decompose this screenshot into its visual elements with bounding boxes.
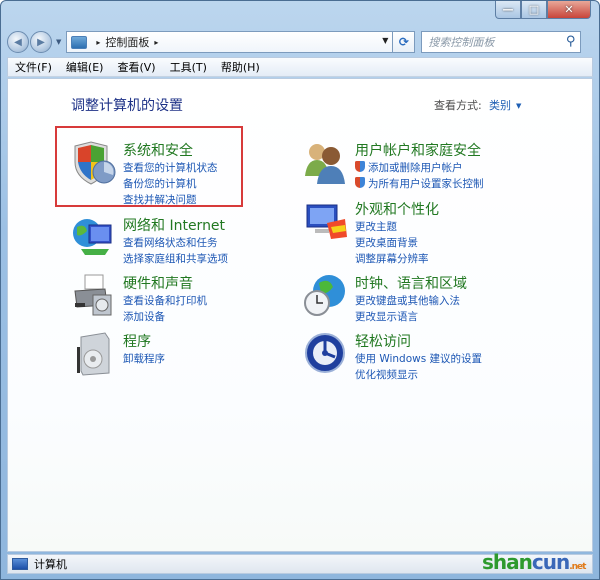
watermark-part2: cun xyxy=(531,550,570,574)
uac-shield-icon xyxy=(355,177,365,188)
breadcrumb-separator-icon[interactable]: ▸ xyxy=(154,38,158,47)
view-by-label: 查看方式: xyxy=(434,99,482,112)
link-desktop-background[interactable]: 更改桌面背景 xyxy=(355,235,429,251)
link-parental-controls[interactable]: 为所有用户设置家长控制 xyxy=(355,176,484,192)
printer-icon xyxy=(74,274,112,316)
category-title[interactable]: 用户帐户和家庭安全 xyxy=(355,140,481,160)
watermark: shancun.net xyxy=(482,550,586,574)
link-uninstall-program[interactable]: 卸载程序 xyxy=(123,351,165,367)
view-by-dropdown[interactable]: 类别 ▼ xyxy=(489,97,521,113)
page-title: 调整计算机的设置 xyxy=(71,98,183,114)
link-change-input-method[interactable]: 更改键盘或其他输入法 xyxy=(355,293,460,309)
menu-tools[interactable]: 工具(T) xyxy=(163,59,214,75)
category-title[interactable]: 轻松访问 xyxy=(355,331,411,351)
category-title[interactable]: 硬件和声音 xyxy=(123,273,193,293)
link-recommended-settings[interactable]: 使用 Windows 建议的设置 xyxy=(355,351,482,367)
maximize-button[interactable]: □ xyxy=(521,1,547,19)
link-view-network-status[interactable]: 查看网络状态和任务 xyxy=(123,235,228,251)
menu-edit[interactable]: 编辑(E) xyxy=(59,59,111,75)
link-troubleshoot[interactable]: 查找并解决问题 xyxy=(123,192,218,208)
close-icon: ✕ xyxy=(564,3,574,16)
link-change-theme[interactable]: 更改主题 xyxy=(355,219,429,235)
link-view-computer-status[interactable]: 查看您的计算机状态 xyxy=(123,160,218,176)
forward-arrow-icon: ▶ xyxy=(37,36,45,48)
clock-globe-icon xyxy=(304,275,345,316)
back-arrow-icon: ◀ xyxy=(14,36,22,48)
menu-help[interactable]: 帮助(H) xyxy=(214,59,267,75)
address-dropdown-icon[interactable]: ▼ xyxy=(382,36,388,45)
minimize-button[interactable]: — xyxy=(495,1,521,19)
search-input[interactable]: 搜索控制面板 ⚲ xyxy=(421,31,582,53)
refresh-button[interactable]: ⟳ xyxy=(393,31,416,53)
link-devices-printers[interactable]: 查看设备和打印机 xyxy=(123,293,207,309)
status-text: 计算机 xyxy=(34,558,67,571)
search-icon[interactable]: ⚲ xyxy=(566,34,576,49)
watermark-part1: shan xyxy=(482,550,533,574)
address-bar[interactable]: ▸ 控制面板 ▸ ▼ xyxy=(66,31,394,53)
link-change-display-language[interactable]: 更改显示语言 xyxy=(355,309,460,325)
category-title[interactable]: 时钟、语言和区域 xyxy=(355,273,467,293)
category-title[interactable]: 外观和个性化 xyxy=(355,199,439,219)
menu-bar: 文件(F) 编辑(E) 查看(V) 工具(T) 帮助(H) xyxy=(7,57,593,77)
recent-pages-dropdown[interactable]: ▼ xyxy=(56,38,61,46)
link-add-device[interactable]: 添加设备 xyxy=(123,309,207,325)
minimize-icon: — xyxy=(502,3,514,16)
refresh-icon: ⟳ xyxy=(398,35,409,49)
caption-buttons: — □ ✕ xyxy=(495,1,591,19)
appearance-monitor-icon xyxy=(306,204,347,239)
close-button[interactable]: ✕ xyxy=(547,1,591,19)
network-globe-icon xyxy=(73,219,112,255)
link-text: 添加或删除用户帐户 xyxy=(368,162,463,174)
link-optimize-video[interactable]: 优化视频显示 xyxy=(355,367,482,383)
category-title[interactable]: 程序 xyxy=(123,331,151,351)
forward-button[interactable]: ▶ xyxy=(30,31,52,53)
control-panel-icon xyxy=(71,35,88,49)
category-title[interactable]: 网络和 Internet xyxy=(123,215,225,235)
navigation-bar: ◀ ▶ ▼ ▸ 控制面板 ▸ ▼ ⟳ 搜索控制面板 ⚲ xyxy=(7,31,595,53)
menu-view[interactable]: 查看(V) xyxy=(110,59,162,75)
category-title[interactable]: 系统和安全 xyxy=(123,140,193,160)
watermark-suffix: .net xyxy=(569,562,586,572)
breadcrumb-control-panel[interactable]: 控制面板 xyxy=(105,34,149,50)
uac-shield-icon xyxy=(355,161,365,172)
chevron-down-icon: ▼ xyxy=(516,102,522,110)
back-button[interactable]: ◀ xyxy=(7,31,29,53)
maximize-icon: □ xyxy=(528,3,540,16)
ease-of-access-icon xyxy=(305,333,345,373)
programs-box-icon xyxy=(77,332,110,376)
menu-file[interactable]: 文件(F) xyxy=(8,59,59,75)
computer-icon xyxy=(12,558,28,570)
view-by-value: 类别 xyxy=(489,99,511,112)
link-add-remove-users[interactable]: 添加或删除用户帐户 xyxy=(355,160,484,176)
control-panel-window: — □ ✕ ◀ ▶ ▼ ▸ 控制面板 ▸ ▼ ⟳ 搜索控制面板 ⚲ 文件(F) … xyxy=(0,0,600,580)
link-text: 为所有用户设置家长控制 xyxy=(368,178,484,190)
shield-icon xyxy=(74,141,116,185)
link-screen-resolution[interactable]: 调整屏幕分辨率 xyxy=(355,251,429,267)
breadcrumb-separator-icon[interactable]: ▸ xyxy=(96,38,100,47)
search-placeholder: 搜索控制面板 xyxy=(428,36,495,49)
users-icon xyxy=(305,144,345,184)
content-pane: 调整计算机的设置 查看方式: 类别 ▼ 系统和安全 查看您的计算机状态 备份您的计… xyxy=(7,78,593,552)
link-homegroup-sharing[interactable]: 选择家庭组和共享选项 xyxy=(123,251,228,267)
link-backup-computer[interactable]: 备份您的计算机 xyxy=(123,176,218,192)
